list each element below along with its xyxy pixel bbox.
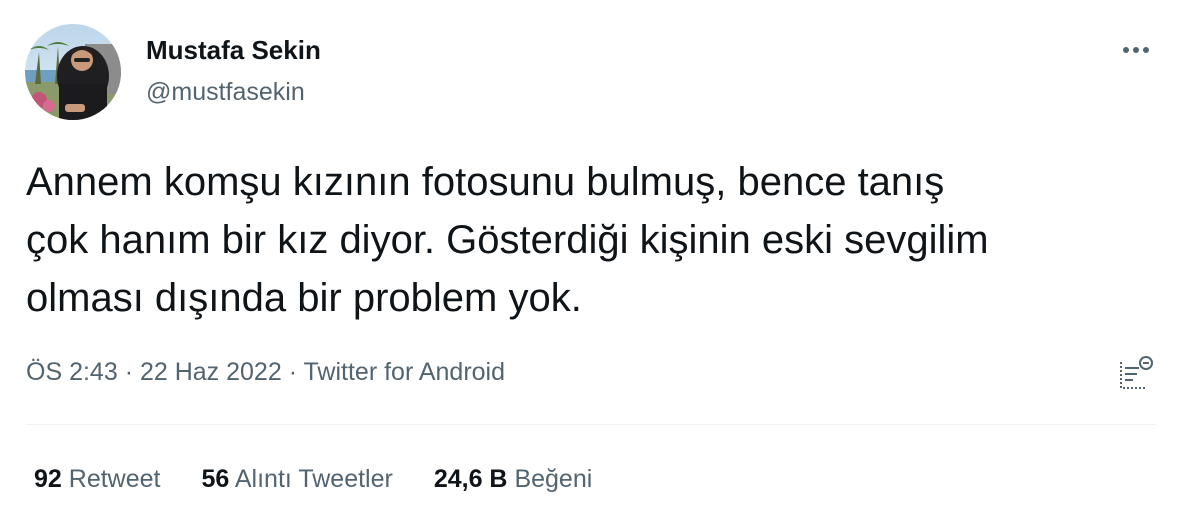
- likes-label: Beğeni: [514, 465, 593, 493]
- more-button[interactable]: [1114, 34, 1158, 66]
- tweet-meta: ÖS 2:43 · 22 Haz 2022 · Twitter for Andr…: [26, 354, 505, 390]
- retweets-stat[interactable]: 92 Retweet: [34, 461, 160, 497]
- user-handle[interactable]: @mustfasekin: [146, 76, 305, 108]
- quotes-label: Alıntı Tweetler: [234, 465, 393, 493]
- tweet-source[interactable]: Twitter for Android: [304, 358, 505, 386]
- meta-separator: ·: [124, 358, 134, 386]
- quotes-count: 56: [201, 465, 230, 493]
- likes-count: 24,6 B: [433, 465, 508, 493]
- more-dots-icon: [1121, 47, 1151, 53]
- tweet-date[interactable]: 22 Haz 2022: [140, 358, 282, 386]
- divider: [26, 424, 1156, 425]
- tweet-stats: 92 Retweet 56 Alıntı Tweetler 24,6 B Beğ…: [34, 461, 633, 497]
- tweet-text-line: Annem komşu kızının fotosunu bulmuş, ben…: [26, 160, 945, 204]
- tweet-time[interactable]: ÖS 2:43: [26, 358, 118, 386]
- likes-stat[interactable]: 24,6 B Beğeni: [434, 461, 592, 497]
- avatar[interactable]: [25, 24, 121, 120]
- tweet-text-line: olması dışında bir problem yok.: [26, 276, 582, 320]
- user-name[interactable]: Mustafa Sekin: [146, 33, 321, 67]
- tweet-text: Annem komşu kızının fotosunu bulmuş, ben…: [26, 153, 1146, 327]
- analytics-icon: [1120, 356, 1153, 389]
- tweet-card: Mustafa Sekin @mustfasekin Annem komşu k…: [0, 0, 1178, 514]
- retweets-count: 92: [34, 465, 62, 493]
- tweet-text-line: çok hanım bir kız diyor. Gösterdiği kişi…: [26, 218, 989, 262]
- meta-separator: ·: [288, 358, 298, 386]
- quotes-stat[interactable]: 56 Alıntı Tweetler: [201, 461, 392, 497]
- retweets-label: Retweet: [68, 465, 161, 493]
- analytics-button[interactable]: [1115, 354, 1155, 394]
- avatar-photo: [25, 24, 121, 120]
